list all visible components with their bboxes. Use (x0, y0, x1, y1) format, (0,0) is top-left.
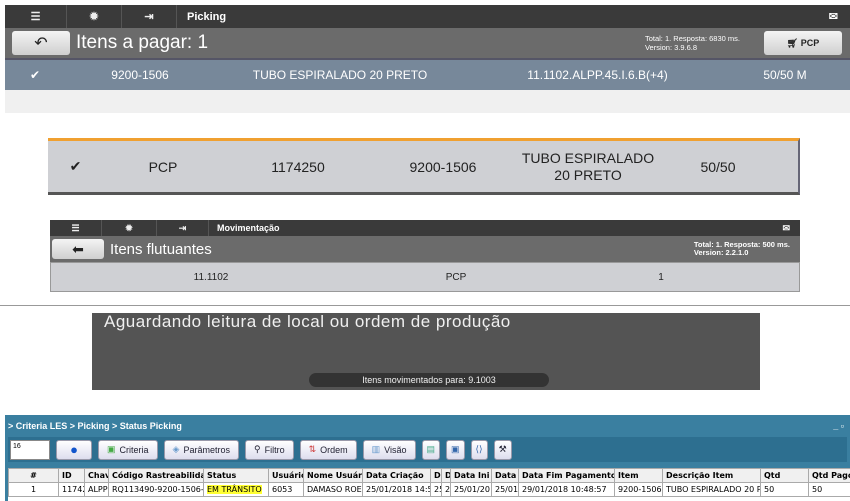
table-cell: 6053 (268, 482, 304, 497)
header: ⬅ Itens flutuantes Total: 1. Resposta: 5… (50, 236, 800, 262)
picking-panel: ☰ ✹ ⇥ Picking ✉ ↶ Itens a pagar: 1 Total… (5, 5, 850, 113)
table-cell: 50 (760, 482, 809, 497)
header: ↶ Itens a pagar: 1 Total: 1. Resposta: 6… (5, 28, 850, 58)
column-header[interactable]: ID (58, 468, 85, 483)
top-toolbar: ☰ ✹ ⇥ Picking ✉ (5, 5, 850, 28)
status-table: #IDChavCódigo RastreabilidadeStatusUsuár… (8, 468, 850, 497)
page-size-stepper[interactable]: 16 (10, 439, 50, 460)
column-header[interactable]: Qtd Pago (808, 468, 850, 483)
stats-version: Version: 3.9.6.8 (644, 43, 698, 52)
table-cell: ALPP (84, 482, 109, 497)
messages-icon[interactable]: ✉ (829, 10, 850, 23)
toolbar-title: Movimentação (217, 223, 280, 233)
top-toolbar: ☰ ✹ ⇥ Movimentação ✉ (50, 220, 800, 236)
table-row[interactable]: 111742ALPPRQ113490-9200-1506-FLT-EM TRÂN… (8, 482, 850, 497)
column-header[interactable]: Status (203, 468, 269, 483)
divider (0, 305, 850, 306)
ordem-button[interactable]: ⇅ Ordem (299, 439, 357, 460)
page-title: Itens a pagar: 1 (76, 32, 209, 53)
save-button[interactable]: ▣ (446, 439, 465, 460)
table-cell: 25/01/20 (450, 482, 492, 497)
logout-icon[interactable]: ⇥ (157, 220, 209, 236)
double-check-icon: ✔ (29, 68, 41, 82)
minimize-icon[interactable]: _ ▫ (833, 421, 844, 431)
column-header[interactable]: Usuário (268, 468, 304, 483)
table-cell: 50 (808, 482, 850, 497)
table-cell: TUBO ESPIRALADO 20 PRET (662, 482, 761, 497)
filter-icon: ⚲ (253, 444, 261, 454)
list-item[interactable]: 11.1102 PCP 1 (50, 262, 800, 292)
gear-icon[interactable]: ✹ (102, 220, 157, 236)
toast: Itens movimentados para: 9.1003 (309, 373, 549, 387)
wrench-icon: ⚒ (498, 444, 507, 454)
column-header[interactable]: Qtd (760, 468, 809, 483)
criteria-button[interactable]: ▣ Criteria (98, 439, 158, 460)
breadcrumb: > Criteria LES > Picking > Status Pickin… (8, 421, 182, 431)
table-cell: 11742 (58, 482, 85, 497)
column-header[interactable]: Descrição Item (662, 468, 761, 483)
messages-icon[interactable]: ✉ (782, 223, 800, 234)
column-header[interactable]: # (8, 468, 59, 483)
menu-icon[interactable]: ☰ (5, 5, 67, 28)
cart-icon: 🛒︎ (786, 37, 799, 48)
scan-waiting-panel: Aguardando leitura de local ou ordem de … (92, 313, 760, 390)
parametros-button[interactable]: ◈ Parâmetros (163, 439, 239, 460)
export-icon: ▤ (426, 444, 436, 454)
table-cell: 25 (441, 482, 451, 497)
description: TUBO ESPIRALADO 20 PRETO (521, 149, 655, 183)
table-cell: RQ113490-9200-1506-FLT- (108, 482, 204, 497)
column-header[interactable]: Data (491, 468, 519, 483)
table-cell: EM TRÂNSITO (203, 482, 269, 497)
menu-icon[interactable]: ☰ (50, 220, 102, 236)
status-badge: EM TRÂNSITO (207, 485, 262, 494)
waiting-message: Aguardando leitura de local ou ordem de … (104, 312, 511, 331)
column-header[interactable]: Data Ini (450, 468, 492, 483)
table-cell: 25/01/ (491, 482, 519, 497)
view-icon: ▥ (371, 444, 381, 454)
stats-version: Version: 2.2.1.0 (693, 248, 749, 257)
sort-icon: ⇅ (308, 444, 317, 454)
status-picking-window: > Criteria LES > Picking > Status Pickin… (5, 415, 850, 501)
column-header[interactable]: D: (430, 468, 442, 483)
visao-button[interactable]: ▥ Visão (362, 439, 416, 460)
column-header[interactable]: Nome Usuário (303, 468, 363, 483)
table-cell: DAMASO ROESE (303, 482, 363, 497)
play-icon: ● (70, 442, 78, 457)
table-cell: 29/01/2018 10:48:57 (518, 482, 615, 497)
column-header[interactable]: Data Criação (362, 468, 431, 483)
column-header[interactable]: D: (441, 468, 451, 483)
back-button[interactable]: ↶ (12, 31, 70, 55)
cart-pcp-button[interactable]: 🛒︎ PCP (764, 31, 842, 55)
run-button[interactable]: ● (56, 439, 92, 460)
page-title: Itens flutuantes (110, 240, 212, 258)
back-button[interactable]: ⬅ (52, 239, 104, 259)
tools-button[interactable]: ⚒ (493, 439, 512, 460)
picked-item-row[interactable]: ✔ PCP 1174250 9200-1506 TUBO ESPIRALADO 2… (48, 138, 800, 195)
code-icon: ⟨⟩ (475, 444, 483, 454)
table-cell: 25/01/2018 14:52: (362, 482, 431, 497)
toolbar: 16 ● ▣ Criteria ◈ Parâmetros ⚲ Filtro ⇅ Orde… (8, 437, 847, 462)
stats-total: Total: 1. Resposta: 6830 ms. (644, 34, 740, 43)
logout-icon[interactable]: ⇥ (122, 5, 177, 28)
column-header[interactable]: Código Rastreabilidade (108, 468, 204, 483)
column-header[interactable]: Chav (84, 468, 109, 483)
save-icon: ▣ (451, 444, 460, 454)
code-button[interactable]: ⟨⟩ (470, 439, 488, 460)
export-button[interactable]: ▤ (421, 439, 441, 460)
movimentacao-panel: ☰ ✹ ⇥ Movimentação ✉ ⬅ Itens flutuantes … (50, 220, 800, 292)
filtro-button[interactable]: ⚲ Filtro (244, 439, 294, 460)
column-header[interactable]: Data Fim Pagamento (518, 468, 615, 483)
table-cell: 9200-1506 (614, 482, 663, 497)
criteria-icon: ▣ (107, 444, 116, 454)
tag-icon: ◈ (172, 444, 180, 454)
toolbar-title: Picking (187, 10, 227, 23)
table-cell: 25 (430, 482, 442, 497)
gear-icon[interactable]: ✹ (67, 5, 122, 28)
column-header[interactable]: Item (614, 468, 663, 483)
list-item[interactable]: ✔ 9200-1506 TUBO ESPIRALADO 20 PRETO 11.… (5, 58, 850, 90)
table-cell: 1 (8, 482, 59, 497)
double-check-icon: ✔ (69, 158, 82, 174)
